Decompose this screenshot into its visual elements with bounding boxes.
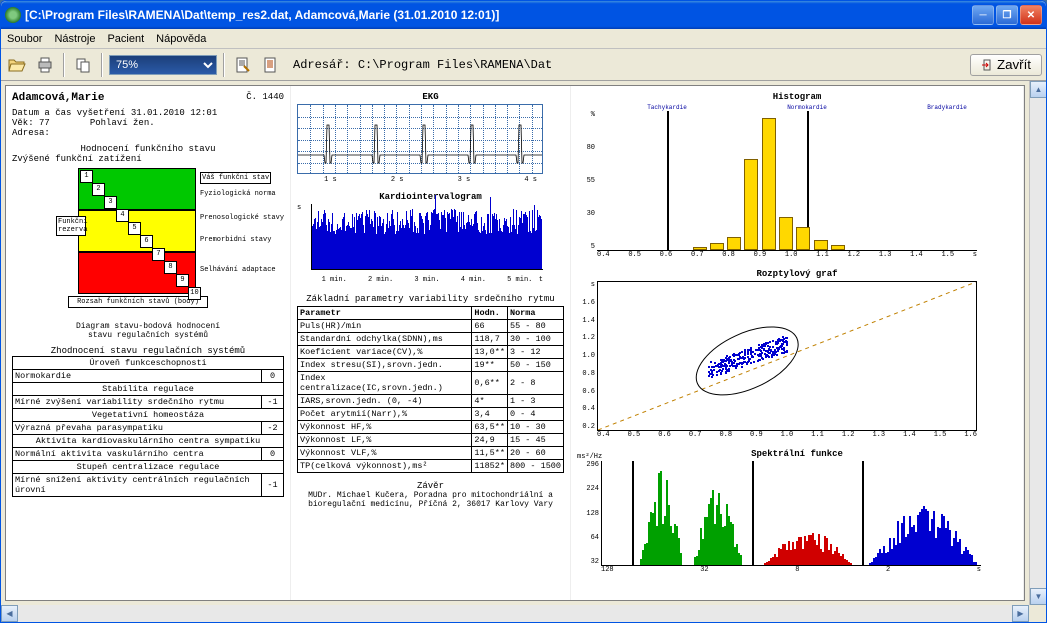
page-refresh-icon[interactable]: [259, 53, 283, 77]
exam-datetime: Datum a čas vyšetření 31.01.2010 12:01: [12, 108, 284, 118]
minimize-button[interactable]: ─: [972, 5, 994, 25]
maximize-button[interactable]: ❐: [996, 5, 1018, 25]
ekg-title: EKG: [297, 92, 564, 102]
app-window: [C:\Program Files\RAMENA\Dat\temp_res2.d…: [0, 0, 1047, 623]
doctor-line1: MUDr. Michael Kučera, Poradna pro mitoch…: [297, 491, 564, 500]
assessment-table: Úroveň funkceschopnostiNormokardie0Stabi…: [12, 356, 284, 497]
params-title: Základní parametry variability srdečního…: [297, 294, 564, 304]
open-icon[interactable]: [5, 53, 29, 77]
print-icon[interactable]: [33, 53, 57, 77]
histogram-title: Histogram: [577, 92, 1017, 102]
load-line: Zvýšené funkční zatížení: [12, 154, 284, 164]
app-icon: [5, 7, 21, 23]
menu-help[interactable]: Nápověda: [156, 33, 206, 45]
diag-caption1: Diagram stavu-bodová hodnocení: [12, 322, 284, 331]
report-page: Adamcová,Marie Č. 1440 Datum a čas vyšet…: [5, 85, 1025, 601]
section-func-state: Hodnocení funkčního stavu: [12, 144, 284, 154]
address-label: Adresář: C:\Program Files\RAMENA\Dat: [293, 58, 552, 72]
copy-icon[interactable]: [71, 53, 95, 77]
spectrum-chart: [601, 461, 981, 566]
histogram-chart: [597, 111, 977, 251]
params-table: ParametrHodn.NormaPuls(HR)/min6655 - 80S…: [297, 306, 564, 473]
kig-title: Kardiointervalogram: [297, 192, 564, 202]
patient-id: Č. 1440: [246, 92, 284, 104]
diag-caption2: stavu regulačních systémů: [12, 331, 284, 340]
horizontal-scrollbar[interactable]: ◀ ▶: [1, 605, 1029, 622]
titlebar: [C:\Program Files\RAMENA\Dat\temp_res2.d…: [1, 1, 1046, 29]
scroll-down-icon[interactable]: ▼: [1030, 588, 1046, 605]
content-area: Adamcová,Marie Č. 1440 Datum a čas vyšet…: [1, 81, 1046, 605]
patient-address: Adresa:: [12, 128, 284, 138]
scatter-title: Rozptylový graf: [577, 269, 1017, 279]
vertical-scrollbar[interactable]: ▲ ▼: [1029, 81, 1046, 605]
ekg-chart: [297, 104, 543, 174]
section-reg-eval: Zhodnocení stavu regulačních systémů: [12, 346, 284, 356]
report-col-right: Histogram TachykardieNormokardieBradykar…: [571, 86, 1024, 600]
toolbar: 75% Adresář: C:\Program Files\RAMENA\Dat…: [1, 49, 1046, 81]
scroll-right-icon[interactable]: ▶: [1012, 605, 1029, 622]
zoom-select[interactable]: 75%: [109, 55, 217, 75]
window-close-button[interactable]: ✕: [1020, 5, 1042, 25]
scatter-chart: [597, 281, 977, 431]
window-title: [C:\Program Files\RAMENA\Dat\temp_res2.d…: [25, 8, 972, 22]
page-edit-icon[interactable]: [231, 53, 255, 77]
kig-chart: s t 1 min.2 min.3 min.4 min.5 min.: [297, 204, 543, 284]
conclusion-title: Závěr: [297, 481, 564, 491]
spectrum-title: Spektrální funkce: [577, 449, 1017, 459]
patient-sex: Pohlaví žen.: [90, 118, 155, 128]
close-button[interactable]: Zavřít: [970, 54, 1042, 76]
menu-tools[interactable]: Nástroje: [54, 33, 95, 45]
report-col-left: Adamcová,Marie Č. 1440 Datum a čas vyšet…: [6, 86, 291, 600]
menu-file[interactable]: Soubor: [7, 33, 42, 45]
doctor-line2: bioregulační medicínu, Příčná 2, 36017 K…: [297, 500, 564, 509]
menubar: Soubor Nástroje Pacient Nápověda: [1, 29, 1046, 49]
scroll-up-icon[interactable]: ▲: [1030, 81, 1046, 98]
patient-age: Věk: 77: [12, 118, 50, 128]
patient-name: Adamcová,Marie: [12, 92, 104, 104]
menu-patient[interactable]: Pacient: [107, 33, 144, 45]
state-diagram: Váš funkční stav Fyziologická norma Pren…: [28, 168, 268, 318]
exit-icon: [981, 59, 993, 71]
scroll-left-icon[interactable]: ◀: [1, 605, 18, 622]
report-col-middle: EKG 1 s2 s3 s4 s Kardiointervalogram s t…: [291, 86, 571, 600]
